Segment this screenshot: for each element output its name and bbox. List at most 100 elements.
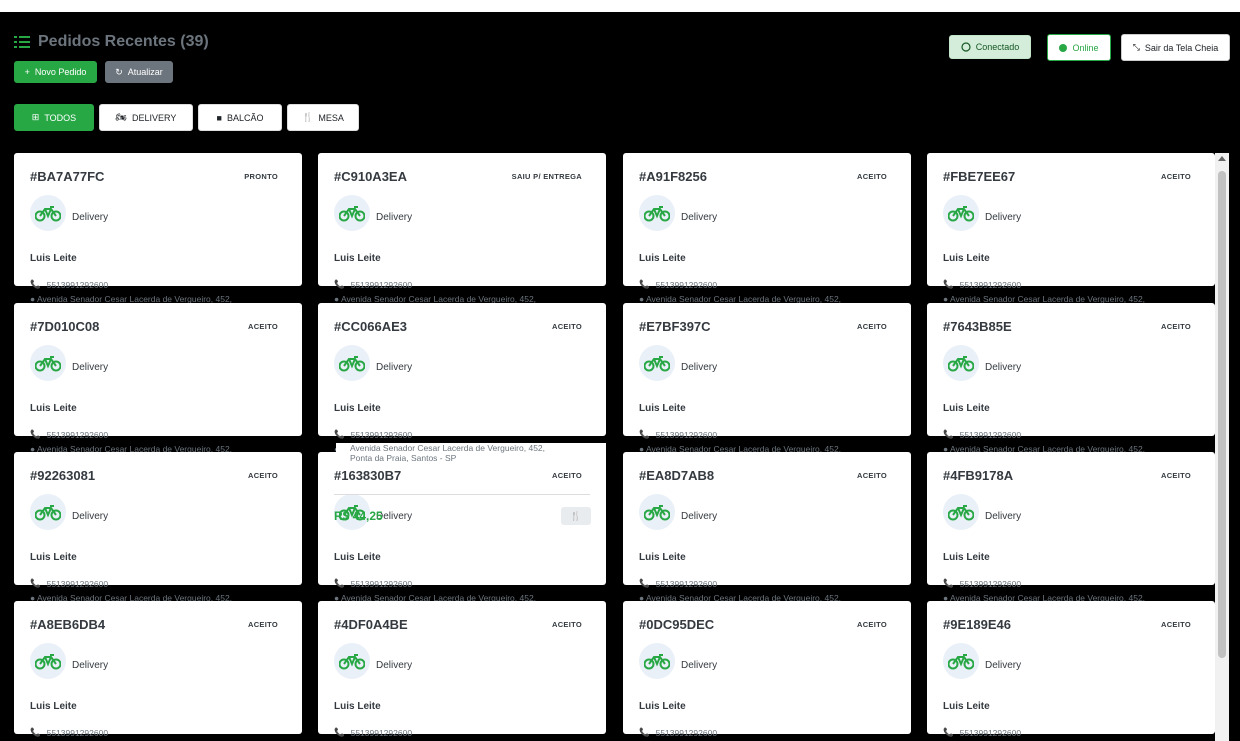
filter-label: DELIVERY bbox=[132, 112, 177, 123]
order-code: #E7BF397C bbox=[639, 319, 711, 334]
phone-icon: 📞 bbox=[639, 279, 650, 289]
filter-mesa[interactable]: 🍴 MESA bbox=[287, 104, 359, 131]
order-card[interactable]: #E7BF397C ACEITO Delivery Luis Leite 📞 551399… bbox=[623, 303, 911, 454]
order-code: #CC066AE3 bbox=[334, 319, 407, 334]
customer-phone: 📞 5513991292600 bbox=[30, 429, 108, 440]
divider bbox=[334, 494, 590, 495]
order-card[interactable]: #A91F8256 ACEITO Delivery Luis Leite 📞 551399… bbox=[623, 153, 911, 304]
new-order-button[interactable]: + Novo Pedido bbox=[14, 61, 97, 83]
scroll-up-arrow-icon[interactable] bbox=[1218, 156, 1226, 161]
phone-number: 5513991292600 bbox=[350, 429, 413, 440]
phone-number: 5513991292600 bbox=[350, 578, 413, 589]
order-type: Delivery bbox=[72, 511, 109, 522]
top-bar bbox=[0, 0, 1240, 12]
online-status-button[interactable]: Online bbox=[1047, 34, 1111, 61]
status-badge: ACEITO bbox=[248, 471, 278, 480]
delivery-bike-icon bbox=[334, 643, 370, 679]
customer-phone: 📞 5513991292600 bbox=[334, 578, 412, 589]
order-card[interactable]: #C910A3EA SAIU P/ ENTREGA Delivery Luis Lei… bbox=[318, 153, 606, 304]
phone-number: 5513991292600 bbox=[959, 279, 1022, 290]
delivery-bike-icon bbox=[639, 494, 675, 530]
utensils-icon[interactable]: 🍴 bbox=[561, 507, 591, 525]
order-code: #A91F8256 bbox=[639, 169, 707, 184]
online-dot-icon bbox=[1059, 43, 1068, 52]
order-card[interactable]: #CC066AE3 ACEITO Delivery Luis Leite 📞 551399… bbox=[318, 303, 606, 454]
filter-todos[interactable]: ⊞ TODOS bbox=[14, 104, 94, 131]
refresh-label: Atualizar bbox=[127, 67, 163, 77]
order-card[interactable]: #7643B85E ACEITO Delivery Luis Leite 📞 551399… bbox=[927, 303, 1215, 454]
order-type: Delivery bbox=[681, 511, 718, 522]
online-label: Online bbox=[1072, 42, 1099, 53]
scrollbar[interactable] bbox=[1215, 153, 1229, 741]
delivery-bike-icon bbox=[639, 345, 675, 381]
order-type: Delivery bbox=[985, 212, 1022, 223]
overlay-address-line2: Ponta da Praia, Santos - SP bbox=[350, 453, 457, 463]
scroll-thumb[interactable] bbox=[1218, 171, 1226, 658]
order-code: #A8EB6DB4 bbox=[30, 617, 106, 632]
customer-name: Luis Leite bbox=[943, 701, 990, 712]
order-code: #92263081 bbox=[30, 468, 96, 483]
order-card[interactable]: #FBE7EE67 ACEITO Delivery Luis Leite 📞 551399… bbox=[927, 153, 1215, 304]
order-code: #EA8D7AB8 bbox=[639, 468, 715, 483]
customer-name: Luis Leite bbox=[639, 403, 686, 414]
phone-number: 5513991292600 bbox=[959, 727, 1022, 738]
order-code: #C910A3EA bbox=[334, 169, 407, 184]
status-badge: ACEITO bbox=[857, 322, 887, 331]
bag-icon: ■ bbox=[216, 112, 222, 123]
overlay-address-line1: Avenida Senador Cesar Lacerda de Verguei… bbox=[350, 443, 546, 453]
phone-number: 5513991292600 bbox=[959, 429, 1022, 440]
phone-icon: 📞 bbox=[943, 429, 954, 439]
whatsapp-status-button[interactable]: Conectado bbox=[949, 35, 1031, 59]
new-order-label: Novo Pedido bbox=[34, 67, 87, 77]
customer-phone: 📞 5513991292600 bbox=[639, 578, 717, 589]
order-card[interactable]: #7D010C08 ACEITO Delivery Luis Leite 📞 551399… bbox=[14, 303, 302, 454]
whatsapp-label: Conectado bbox=[975, 42, 1020, 52]
grid-icon: ⊞ bbox=[31, 112, 40, 122]
order-card[interactable]: #0DC95DEC ACEITO Delivery Luis Leite 📞 551399… bbox=[623, 601, 911, 738]
phone-icon: 📞 bbox=[30, 727, 41, 737]
delivery-bike-icon bbox=[30, 494, 66, 530]
order-type: Delivery bbox=[72, 660, 109, 671]
phone-number: 5513991292600 bbox=[655, 429, 718, 440]
refresh-button[interactable]: ↻ Atualizar bbox=[105, 61, 173, 83]
delivery-bike-icon bbox=[943, 195, 979, 231]
phone-icon: 📞 bbox=[639, 727, 650, 737]
order-card[interactable]: #BA7A77FC PRONTO Delivery Luis Leite 📞 551399… bbox=[14, 153, 302, 304]
customer-name: Luis Leite bbox=[30, 701, 77, 712]
phone-icon: 📞 bbox=[30, 578, 41, 588]
phone-number: 5513991292600 bbox=[46, 578, 109, 589]
order-card[interactable]: #92263081 ACEITO Delivery Luis Leite 📞 551399… bbox=[14, 452, 302, 603]
exit-fullscreen-label: Sair da Tela Cheia bbox=[1144, 42, 1219, 53]
phone-icon: 📞 bbox=[334, 279, 345, 289]
customer-phone: 📞 5513991292600 bbox=[30, 578, 108, 589]
exit-fullscreen-button[interactable]: ⤡ Sair da Tela Cheia bbox=[1121, 34, 1230, 61]
order-card[interactable]: #A8EB6DB4 ACEITO Delivery Luis Leite 📞 551399… bbox=[14, 601, 302, 738]
filter-balcao[interactable]: ■ BALCÃO bbox=[198, 104, 282, 131]
list-icon bbox=[14, 36, 30, 48]
phone-icon: 📞 bbox=[334, 429, 345, 439]
status-badge: ACEITO bbox=[857, 471, 887, 480]
phone-icon: 📞 bbox=[30, 429, 41, 439]
filter-delivery[interactable]: 🏍 DELIVERY bbox=[99, 104, 193, 131]
phone-icon: 📞 bbox=[943, 578, 954, 588]
customer-name: Luis Leite bbox=[30, 403, 77, 414]
delivery-bike-icon bbox=[334, 345, 370, 381]
phone-icon: 📞 bbox=[30, 279, 41, 289]
order-type: Delivery bbox=[72, 362, 109, 373]
order-card[interactable]: #4FB9178A ACEITO Delivery Luis Leite 📞 551399… bbox=[927, 452, 1215, 603]
customer-name: Luis Leite bbox=[30, 253, 77, 264]
customer-phone: 📞 5513991292600 bbox=[334, 727, 412, 738]
order-code: #0DC95DEC bbox=[639, 617, 715, 632]
status-badge: ACEITO bbox=[1161, 172, 1191, 181]
customer-name: Luis Leite bbox=[334, 701, 381, 712]
customer-phone: 📞 5513991292600 bbox=[639, 279, 717, 290]
delivery-bike-icon bbox=[943, 643, 979, 679]
phone-number: 5513991292600 bbox=[655, 279, 718, 290]
order-type: Delivery bbox=[681, 660, 718, 671]
order-card[interactable]: #4DF0A4BE ACEITO Delivery Luis Leite 📞 551399… bbox=[318, 601, 606, 738]
delivery-bike-icon bbox=[30, 195, 66, 231]
customer-phone: 📞 5513991292600 bbox=[943, 279, 1021, 290]
order-card[interactable]: #9E189E46 ACEITO Delivery Luis Leite 📞 551399… bbox=[927, 601, 1215, 738]
order-card[interactable]: #EA8D7AB8 ACEITO Delivery Luis Leite 📞 551399… bbox=[623, 452, 911, 603]
delivery-bike-icon bbox=[30, 345, 66, 381]
